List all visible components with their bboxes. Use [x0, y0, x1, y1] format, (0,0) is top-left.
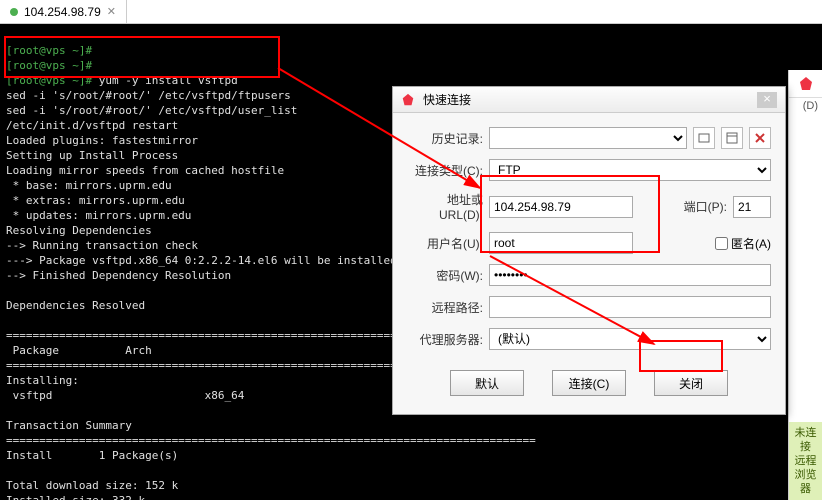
username-label: 用户名(U):	[407, 235, 483, 252]
prompt: [root@vps ~]#	[6, 44, 92, 57]
side-panel: (D) 未连接 远程浏览器	[788, 70, 822, 500]
prompt: [root@vps ~]#	[6, 59, 92, 72]
line: ---> Package vsftpd.x86_64 0:2.2.2-14.el…	[6, 254, 397, 267]
tab-close-icon[interactable]: ✕	[107, 5, 116, 18]
default-button[interactable]: 默认	[450, 370, 524, 396]
port-input[interactable]	[733, 196, 771, 218]
port-label: 端口(P):	[677, 198, 727, 215]
remote-path-label: 远程路径:	[407, 299, 483, 316]
line: vsftpd x86_64	[6, 389, 244, 402]
app-logo-icon	[401, 93, 415, 107]
password-label: 密码(W):	[407, 267, 483, 284]
prompt: [root@vps ~]#	[6, 74, 92, 87]
tab-terminal[interactable]: 104.254.98.79 ✕	[0, 0, 127, 23]
proxy-select[interactable]: (默认)	[489, 328, 771, 350]
line: * updates: mirrors.uprm.edu	[6, 209, 191, 222]
line: sed -i 's/root/#root/' /etc/vsftpd/ftpus…	[6, 89, 291, 102]
dialog-body: 历史记录: 连接类型(C): FTP 地址或 URL(D): 端口(P): 用户…	[393, 113, 785, 414]
line: * base: mirrors.uprm.edu	[6, 179, 172, 192]
side-status: 未连接 远程浏览器	[789, 422, 822, 500]
line: Setting up Install Process	[6, 149, 178, 162]
side-logo-icon[interactable]	[789, 70, 822, 98]
tab-bar: 104.254.98.79 ✕	[0, 0, 822, 24]
anonymous-checkbox-wrapper[interactable]: 匿名(A)	[715, 235, 771, 252]
address-input[interactable]	[489, 196, 633, 218]
connection-type-select[interactable]: FTP	[489, 159, 771, 181]
status-line2: 远程浏览器	[791, 454, 820, 496]
line: Install 1 Package(s)	[6, 449, 178, 462]
address-label: 地址或 URL(D):	[407, 191, 483, 222]
line: ========================================…	[6, 434, 536, 447]
line: --> Running transaction check	[6, 239, 198, 252]
anonymous-label: 匿名(A)	[731, 235, 771, 252]
line: Resolving Dependencies	[6, 224, 152, 237]
history-delete-icon[interactable]	[749, 127, 771, 149]
line: * extras: mirrors.uprm.edu	[6, 194, 185, 207]
side-label-d: (D)	[803, 100, 818, 112]
connect-button[interactable]: 连接(C)	[552, 370, 626, 396]
username-input[interactable]	[489, 232, 633, 254]
history-select[interactable]	[489, 127, 687, 149]
tab-label: 104.254.98.79	[24, 5, 101, 19]
line: Dependencies Resolved	[6, 299, 145, 312]
remote-path-input[interactable]	[489, 296, 771, 318]
line: Installed size: 332 k	[6, 494, 145, 500]
anonymous-checkbox[interactable]	[715, 237, 728, 250]
dialog-titlebar[interactable]: 快速连接 ×	[393, 87, 785, 113]
dialog-title: 快速连接	[423, 91, 757, 108]
line: Transaction Summary	[6, 419, 132, 432]
history-icon-1[interactable]	[693, 127, 715, 149]
line: Loading mirror speeds from cached hostfi…	[6, 164, 284, 177]
line: Installing:	[6, 374, 79, 387]
quick-connect-dialog: 快速连接 × 历史记录: 连接类型(C): FTP 地址或 URL(D): 端口…	[392, 86, 786, 415]
password-input[interactable]	[489, 264, 771, 286]
line: Loaded plugins: fastestmirror	[6, 134, 198, 147]
line: --> Finished Dependency Resolution	[6, 269, 231, 282]
line: /etc/init.d/vsftpd restart	[6, 119, 178, 132]
history-icon-2[interactable]	[721, 127, 743, 149]
dialog-close-button[interactable]: ×	[757, 92, 777, 108]
proxy-label: 代理服务器:	[407, 331, 483, 348]
close-button[interactable]: 关闭	[654, 370, 728, 396]
line: sed -i 's/root/#root/' /etc/vsftpd/user_…	[6, 104, 297, 117]
status-line1: 未连接	[791, 426, 820, 454]
type-label: 连接类型(C):	[407, 162, 483, 179]
line: Total download size: 152 k	[6, 479, 178, 492]
connected-dot-icon	[10, 8, 18, 16]
cmd: yum -y install vsftpd	[99, 74, 238, 87]
history-label: 历史记录:	[407, 130, 483, 147]
line: Package Arch	[6, 344, 152, 357]
